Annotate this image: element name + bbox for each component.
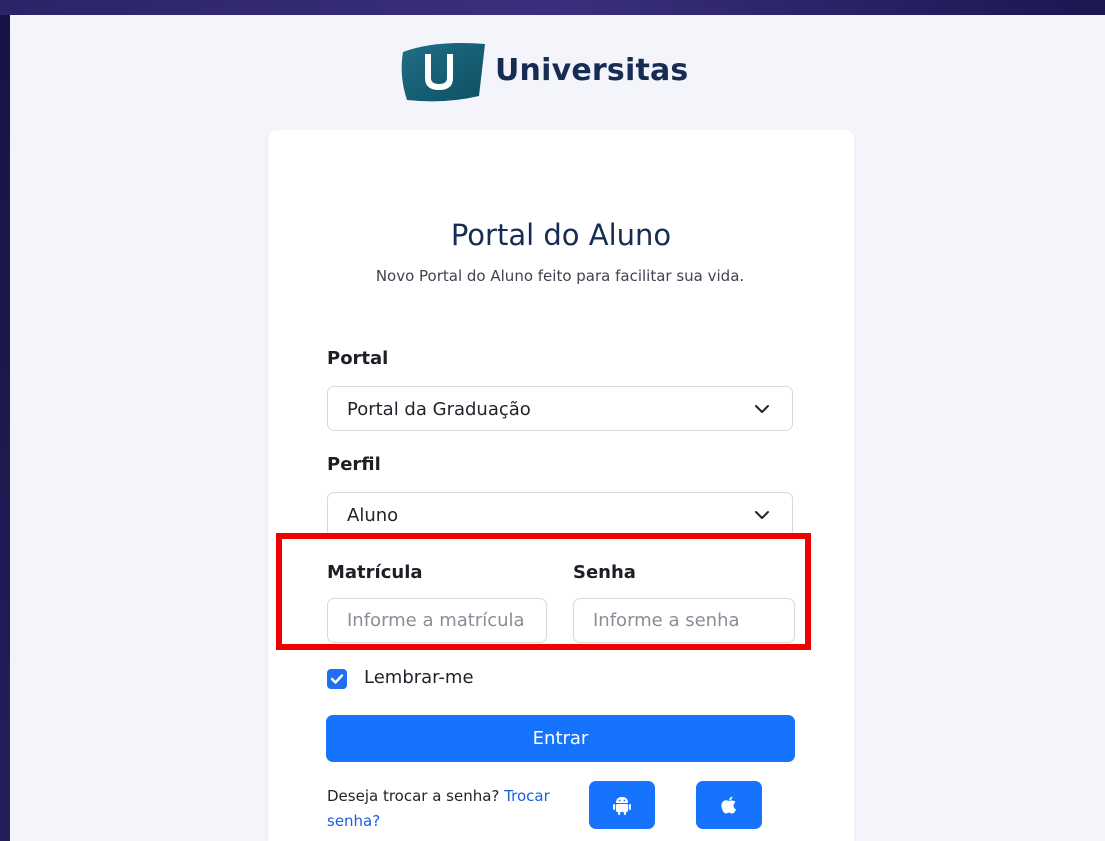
change-password-prompt: Deseja trocar a senha? xyxy=(327,787,500,805)
portal-label: Portal xyxy=(327,348,389,369)
chevron-down-icon xyxy=(755,405,769,413)
android-app-button[interactable] xyxy=(589,781,655,829)
page-subtitle: Novo Portal do Aluno feito para facilita… xyxy=(375,267,745,285)
perfil-select-value: Aluno xyxy=(347,505,399,526)
portal-select-value: Portal da Graduação xyxy=(347,399,531,420)
universitas-u-logo-icon xyxy=(395,36,487,104)
ios-app-button[interactable] xyxy=(696,781,762,829)
portal-select[interactable]: Portal da Graduação xyxy=(327,386,793,431)
android-icon xyxy=(613,797,631,815)
senha-input[interactable] xyxy=(573,598,795,643)
matricula-input[interactable] xyxy=(327,598,547,643)
chevron-down-icon xyxy=(755,511,769,519)
check-icon xyxy=(330,674,344,684)
page-title: Portal do Aluno xyxy=(450,218,672,252)
brand-name: Universitas xyxy=(495,52,689,88)
senha-label: Senha xyxy=(573,562,636,583)
perfil-select[interactable]: Aluno xyxy=(327,492,793,537)
perfil-label: Perfil xyxy=(327,454,381,475)
top-border xyxy=(0,0,1105,15)
brand-header: Universitas xyxy=(395,36,688,104)
change-password-text: Deseja trocar a senha? Trocar senha? xyxy=(327,784,567,834)
login-button[interactable]: Entrar xyxy=(326,715,795,762)
remember-checkbox[interactable] xyxy=(327,669,347,689)
apple-icon xyxy=(721,796,736,814)
remember-label[interactable]: Lembrar-me xyxy=(364,667,474,688)
matricula-label: Matrícula xyxy=(327,562,423,583)
